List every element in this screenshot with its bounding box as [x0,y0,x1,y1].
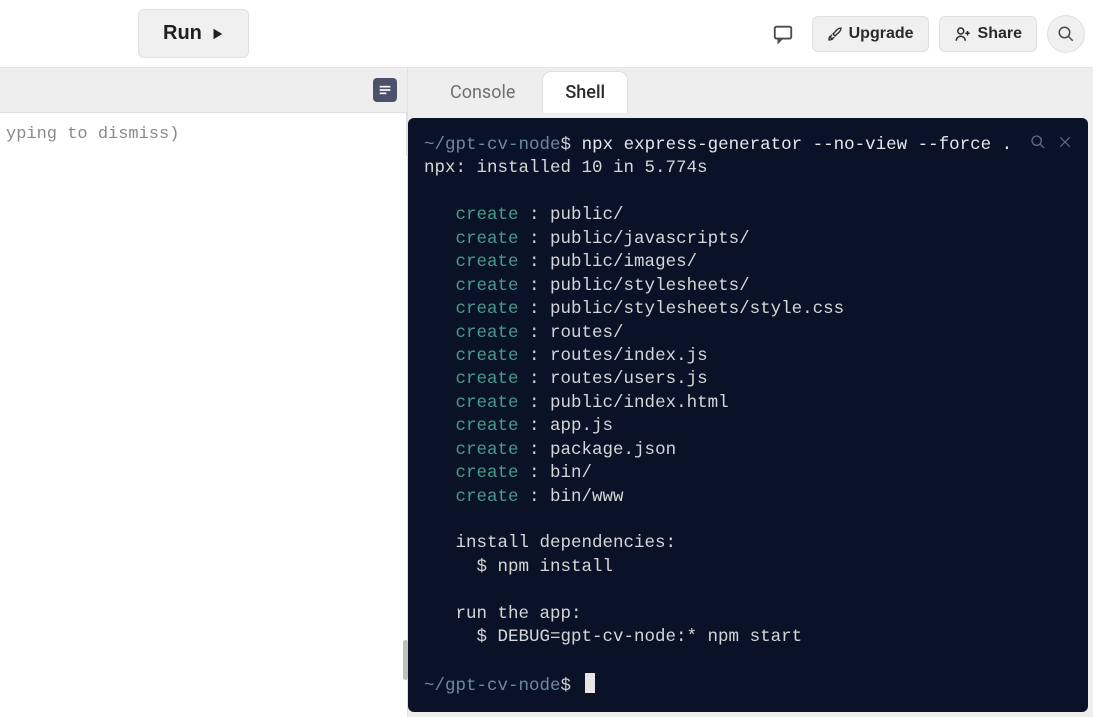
close-icon [1058,135,1072,149]
wrap-toggle-button[interactable] [373,78,397,102]
upgrade-label: Upgrade [849,25,914,43]
wrap-icon [377,82,393,98]
editor-hint-text: yping to dismiss) [6,125,179,144]
tab-console[interactable]: Console [428,72,537,113]
upgrade-button[interactable]: Upgrade [812,16,929,52]
search-icon [1057,25,1075,43]
tab-shell-label: Shell [565,82,605,103]
terminal-search-button[interactable] [1030,134,1046,150]
prompt-dollar: $ [561,135,572,155]
npx-output: npx: installed 10 in 5.774s [424,157,1072,180]
prompt-line-2: ~/gpt-cv-node$ [424,673,1072,698]
terminal-actions [1030,134,1072,150]
search-button[interactable] [1047,15,1085,53]
install-cmd: $ npm install [424,556,1072,579]
share-label: Share [978,25,1022,43]
create-line: create : public/javascripts/ [424,228,1072,251]
create-line: create : public/stylesheets/ [424,275,1072,298]
run-heading: run the app: [424,603,1072,626]
chat-icon [772,23,794,45]
terminal[interactable]: ~/gpt-cv-node$ npx express-generator --n… [408,118,1088,712]
terminal-close-button[interactable] [1058,134,1072,150]
cursor [585,673,595,693]
create-line: create : package.json [424,439,1072,462]
tab-shell[interactable]: Shell [543,72,627,113]
editor-content[interactable]: yping to dismiss) [0,113,407,156]
pane-resize-handle[interactable] [403,640,408,680]
blank [424,579,1072,602]
terminal-pane: Console Shell ~/gpt-cv-node$ npx express… [408,68,1093,717]
blank [424,650,1072,673]
install-heading: install dependencies: [424,532,1072,555]
prompt-path: ~/gpt-cv-node [424,135,561,155]
run-cmd: $ DEBUG=gpt-cv-node:* npm start [424,626,1072,649]
blank [424,509,1072,532]
prompt-dollar: $ [561,676,572,696]
create-line: create : routes/ [424,322,1072,345]
run-button[interactable]: Run [138,9,249,58]
rocket-icon [827,26,843,42]
person-add-icon [954,25,972,43]
create-line: create : public/ [424,204,1072,227]
tab-bar: Console Shell [408,68,1093,113]
create-line: create : bin/www [424,486,1072,509]
blank [424,181,1072,204]
create-line: create : public/images/ [424,251,1072,274]
prompt-path: ~/gpt-cv-node [424,676,561,696]
tab-console-label: Console [450,82,515,103]
prompt-line-1: ~/gpt-cv-node$ npx express-generator --n… [424,134,1072,157]
toolbar-right: Upgrade Share [764,15,1085,53]
search-icon [1030,134,1046,150]
create-line: create : bin/ [424,462,1072,485]
editor-pane: yping to dismiss) [0,68,408,717]
command-text: npx express-generator --no-view --force … [571,135,1012,155]
main-area: yping to dismiss) Console Shell ~/gpt-cv… [0,68,1093,717]
create-line: create : public/stylesheets/style.css [424,298,1072,321]
create-line: create : routes/index.js [424,345,1072,368]
play-icon [210,27,224,41]
create-line: create : app.js [424,415,1072,438]
comment-button[interactable] [764,15,802,53]
toolbar-left: Run [8,9,249,58]
share-button[interactable]: Share [939,16,1037,52]
run-button-label: Run [163,22,202,45]
create-line: create : public/index.html [424,392,1072,415]
editor-header [0,68,407,113]
toolbar: Run Upgrade Share [0,0,1093,68]
create-line: create : routes/users.js [424,368,1072,391]
